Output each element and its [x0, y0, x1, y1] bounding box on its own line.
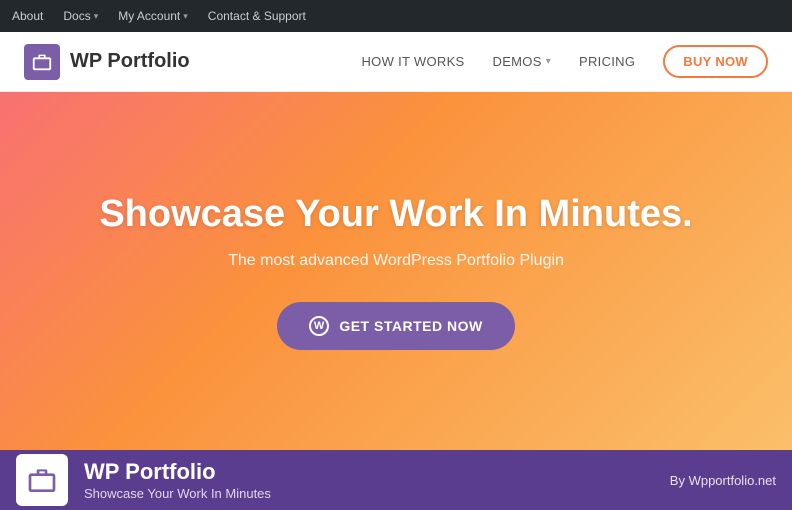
plugin-name: WP Portfolio: [84, 459, 654, 485]
plugin-briefcase-icon: [26, 464, 58, 496]
plugin-tagline: Showcase Your Work In Minutes: [84, 486, 654, 501]
nav-how-it-works[interactable]: HOW IT WORKS: [361, 54, 464, 69]
admin-bar-myaccount-label: My Account: [118, 9, 180, 23]
wordpress-icon: W: [309, 316, 329, 336]
hero-section: Showcase Your Work In Minutes. The most …: [0, 92, 792, 450]
logo-icon: [24, 44, 60, 80]
nav-how-it-works-label: HOW IT WORKS: [361, 54, 464, 69]
chevron-down-icon: ▾: [94, 11, 99, 22]
nav-pricing[interactable]: PRICING: [579, 54, 635, 69]
briefcase-icon: [31, 51, 53, 73]
plugin-info: WP Portfolio Showcase Your Work In Minut…: [84, 459, 654, 500]
admin-bar-about-label: About: [12, 9, 43, 23]
nav-demos-label: DEMOS: [493, 54, 542, 69]
plugin-icon-box: [16, 454, 68, 506]
chevron-down-icon: ▾: [183, 11, 188, 22]
info-bar: WP Portfolio Showcase Your Work In Minut…: [0, 450, 792, 510]
chevron-down-icon: ▾: [546, 56, 551, 67]
logo[interactable]: WP Portfolio: [24, 44, 190, 80]
nav-pricing-label: PRICING: [579, 54, 635, 69]
main-nav: WP Portfolio HOW IT WORKS DEMOS ▾ PRICIN…: [0, 32, 792, 92]
hero-headline: Showcase Your Work In Minutes.: [99, 192, 692, 238]
admin-bar-about[interactable]: About: [12, 9, 43, 23]
admin-bar-docs[interactable]: Docs ▾: [63, 9, 98, 23]
admin-bar-docs-label: Docs: [63, 9, 90, 23]
nav-links: HOW IT WORKS DEMOS ▾ PRICING BUY NOW: [361, 45, 768, 78]
buy-now-button[interactable]: BUY NOW: [663, 45, 768, 78]
get-started-label: GET STARTED NOW: [339, 318, 482, 334]
admin-bar: About Docs ▾ My Account ▾ Contact & Supp…: [0, 0, 792, 32]
logo-text: WP Portfolio: [70, 50, 190, 73]
plugin-author: By Wpportfolio.net: [670, 473, 776, 488]
admin-bar-contact[interactable]: Contact & Support: [208, 9, 306, 23]
get-started-button[interactable]: W GET STARTED NOW: [277, 302, 514, 350]
hero-subheadline: The most advanced WordPress Portfolio Pl…: [228, 252, 564, 270]
admin-bar-myaccount[interactable]: My Account ▾: [118, 9, 188, 23]
nav-demos[interactable]: DEMOS ▾: [493, 54, 552, 69]
admin-bar-contact-label: Contact & Support: [208, 9, 306, 23]
